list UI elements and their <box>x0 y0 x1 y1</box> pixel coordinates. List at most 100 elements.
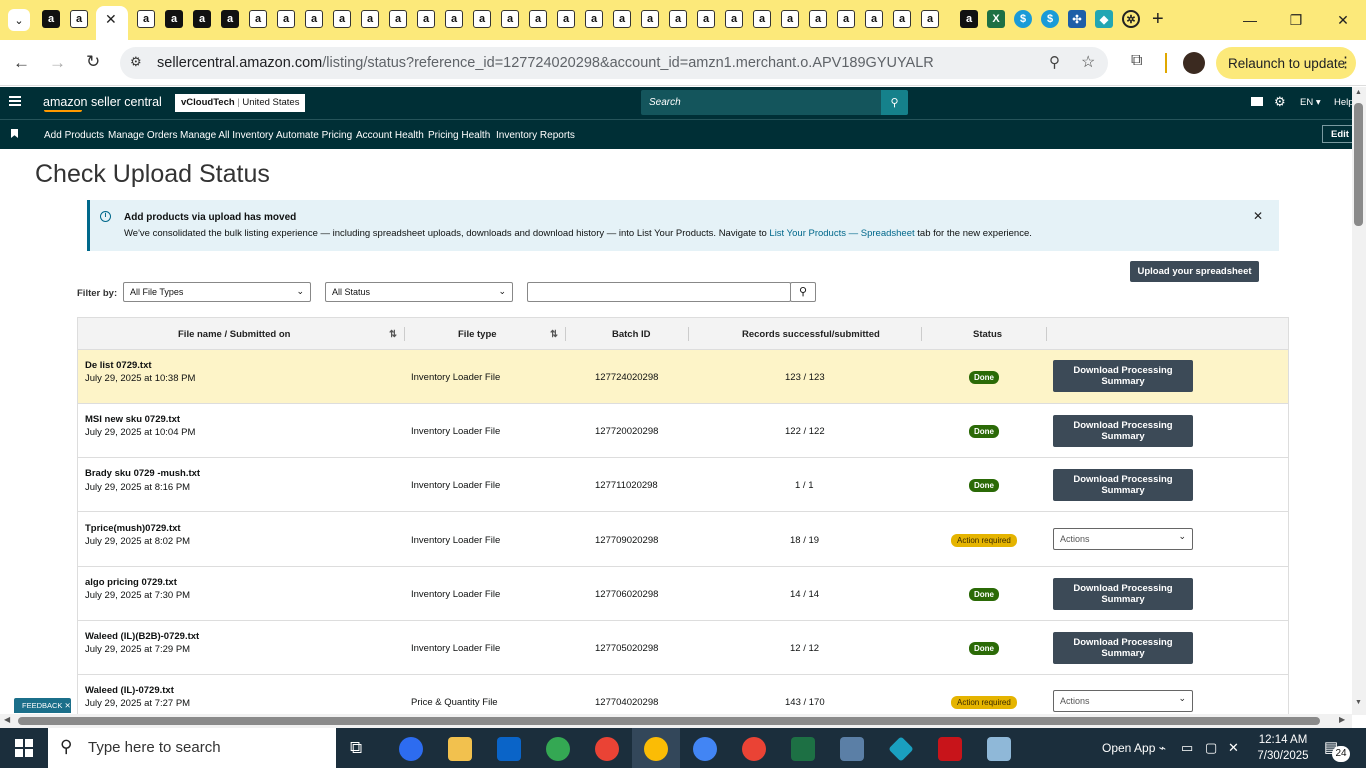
scroll-up-arrow-icon[interactable]: ▲ <box>1355 89 1362 96</box>
tab-amazon-icon[interactable]: a <box>221 10 239 28</box>
download-summary-button[interactable]: Download Processing Summary <box>1053 578 1193 610</box>
seller-search-input[interactable]: Search <box>641 90 882 115</box>
excel-icon[interactable] <box>791 737 815 761</box>
table-row[interactable]: Waleed (IL)(B2B)-0729.txt July 29, 2025 … <box>78 621 1288 675</box>
tab-amazon-icon[interactable]: a <box>641 10 659 28</box>
close-window-icon[interactable]: ✕ <box>1333 10 1353 30</box>
tab-amazon-icon[interactable]: a <box>921 10 939 28</box>
back-arrow-icon[interactable]: ← <box>13 53 30 73</box>
display-icon[interactable]: ▢ <box>1205 740 1217 756</box>
vertical-scrollbar-thumb[interactable] <box>1354 103 1363 226</box>
tab-amazon-icon[interactable]: a <box>960 10 978 28</box>
scroll-left-arrow-icon[interactable]: ◀ <box>4 715 10 724</box>
tab-amazon-icon[interactable]: a <box>42 10 60 28</box>
profile-avatar[interactable] <box>1183 52 1205 74</box>
help-link[interactable]: Help <box>1334 97 1352 108</box>
scroll-right-arrow-icon[interactable]: ▶ <box>1339 715 1345 724</box>
tab-amazon-icon[interactable]: a <box>585 10 603 28</box>
chrome-icon[interactable] <box>693 737 717 761</box>
open-app-button[interactable]: Open App ⌁ <box>1102 741 1166 755</box>
tab-amazon-icon[interactable]: a <box>557 10 575 28</box>
feedback-button[interactable]: FEEDBACK ✕ <box>14 698 71 713</box>
tab-amazon-icon[interactable]: a <box>781 10 799 28</box>
app-icon[interactable] <box>987 737 1011 761</box>
tab-amazon-icon[interactable]: a <box>697 10 715 28</box>
language-selector[interactable]: EN ▾ <box>1300 97 1321 108</box>
tab-amazon-icon[interactable]: a <box>333 10 351 28</box>
zoom-app-icon[interactable] <box>399 737 423 761</box>
download-summary-button[interactable]: Download Processing Summary <box>1053 632 1193 664</box>
tab-amazon-icon[interactable]: a <box>501 10 519 28</box>
network-icon[interactable]: ▭ <box>1181 740 1193 756</box>
tab-amazon-icon[interactable]: a <box>137 10 155 28</box>
table-row[interactable]: MSI new sku 0729.txt July 29, 2025 at 10… <box>78 404 1288 458</box>
filter-search-button[interactable]: ⚲ <box>790 282 816 302</box>
taskbar-search-input[interactable]: Type here to search <box>48 728 336 768</box>
chrome-icon[interactable] <box>644 737 668 761</box>
tab-amazon-icon[interactable]: a <box>193 10 211 28</box>
tab-amazon-icon[interactable]: a <box>753 10 771 28</box>
settings-gear-icon[interactable]: ⚙ <box>1274 94 1286 110</box>
tab-app-icon[interactable]: ✣ <box>1068 10 1086 28</box>
scroll-down-arrow-icon[interactable]: ▼ <box>1355 699 1362 706</box>
edit-nav-button[interactable]: Edit <box>1322 125 1352 143</box>
tab-amazon-icon[interactable]: a <box>865 10 883 28</box>
col-file-name[interactable]: File name / Submitted on <box>178 329 290 340</box>
nav-inventory-reports[interactable]: Inventory Reports <box>496 130 575 141</box>
tab-search-chevron-icon[interactable]: ⌄ <box>8 9 30 31</box>
new-tab-plus-icon[interactable]: + <box>1152 8 1164 31</box>
tab-amazon-icon[interactable]: a <box>417 10 435 28</box>
table-row[interactable]: Waleed (IL)-0729.txt July 29, 2025 at 7:… <box>78 675 1288 717</box>
col-file-type[interactable]: File type <box>458 329 497 340</box>
actions-dropdown[interactable]: Actions ⌄ <box>1053 690 1193 712</box>
sort-icon[interactable]: ⇅ <box>550 329 558 340</box>
tab-amazon-icon[interactable]: a <box>529 10 547 28</box>
clock[interactable]: 12:14 AM 7/30/2025 <box>1256 732 1310 764</box>
browser-menu-icon[interactable]: ⋮ <box>1338 53 1353 71</box>
table-row[interactable]: De list 0729.txt July 29, 2025 at 10:38 … <box>78 350 1288 404</box>
tab-amazon-icon[interactable]: a <box>669 10 687 28</box>
chrome-icon[interactable] <box>546 737 570 761</box>
tab-amazon-icon[interactable]: a <box>249 10 267 28</box>
tab-app-icon[interactable]: ◆ <box>1095 10 1113 28</box>
tab-amazon-icon[interactable]: a <box>809 10 827 28</box>
account-switcher[interactable]: vCloudTech | United States <box>175 94 306 112</box>
tab-amazon-icon[interactable]: a <box>305 10 323 28</box>
calculator-icon[interactable] <box>840 737 864 761</box>
tab-amazon-icon[interactable]: a <box>165 10 183 28</box>
reload-icon[interactable]: ↻ <box>86 52 100 72</box>
nav-automate-pricing[interactable]: Automate Pricing <box>276 130 352 141</box>
table-row[interactable]: algo pricing 0729.txt July 29, 2025 at 7… <box>78 567 1288 621</box>
actions-dropdown[interactable]: Actions ⌄ <box>1053 528 1193 550</box>
tab-dollar-icon[interactable]: $ <box>1014 10 1032 28</box>
file-explorer-icon[interactable] <box>448 737 472 761</box>
file-type-filter[interactable]: All File Types ⌄ <box>123 282 311 302</box>
horizontal-scrollbar-thumb[interactable] <box>18 717 1320 725</box>
table-row[interactable]: Brady sku 0729 -mush.txt July 29, 2025 a… <box>78 458 1288 512</box>
tab-amazon-icon[interactable]: a <box>893 10 911 28</box>
volume-muted-icon[interactable]: ✕ <box>1228 740 1239 756</box>
site-info-icon[interactable]: ⚙ <box>130 54 142 70</box>
chrome-icon[interactable] <box>595 737 619 761</box>
minimize-icon[interactable]: — <box>1240 10 1260 30</box>
status-filter[interactable]: All Status ⌄ <box>325 282 513 302</box>
tab-excel-icon[interactable]: X <box>987 10 1005 28</box>
hamburger-menu-icon[interactable] <box>9 96 21 106</box>
filezilla-icon[interactable] <box>938 737 962 761</box>
nav-account-health[interactable]: Account Health <box>356 130 424 141</box>
mail-icon[interactable] <box>1251 97 1263 106</box>
nav-manage-all-inventory[interactable]: Manage All Inventory <box>180 130 273 141</box>
tab-amazon-icon[interactable]: a <box>70 10 88 28</box>
zoom-icon[interactable]: ⚲ <box>1049 53 1060 71</box>
outlook-icon[interactable] <box>497 737 521 761</box>
chrome-icon[interactable] <box>742 737 766 761</box>
relaunch-button[interactable]: Relaunch to update <box>1216 47 1356 79</box>
download-summary-button[interactable]: Download Processing Summary <box>1053 360 1193 392</box>
close-tab-icon[interactable]: ✕ <box>105 11 117 28</box>
tab-amazon-icon[interactable]: a <box>389 10 407 28</box>
extensions-icon[interactable]: ⧉ <box>1131 52 1142 70</box>
table-row[interactable]: Tprice(mush)0729.txt July 29, 2025 at 8:… <box>78 512 1288 567</box>
tab-amazon-icon[interactable]: a <box>277 10 295 28</box>
nav-add-products[interactable]: Add Products <box>44 130 104 141</box>
sort-icon[interactable]: ⇅ <box>389 329 397 340</box>
